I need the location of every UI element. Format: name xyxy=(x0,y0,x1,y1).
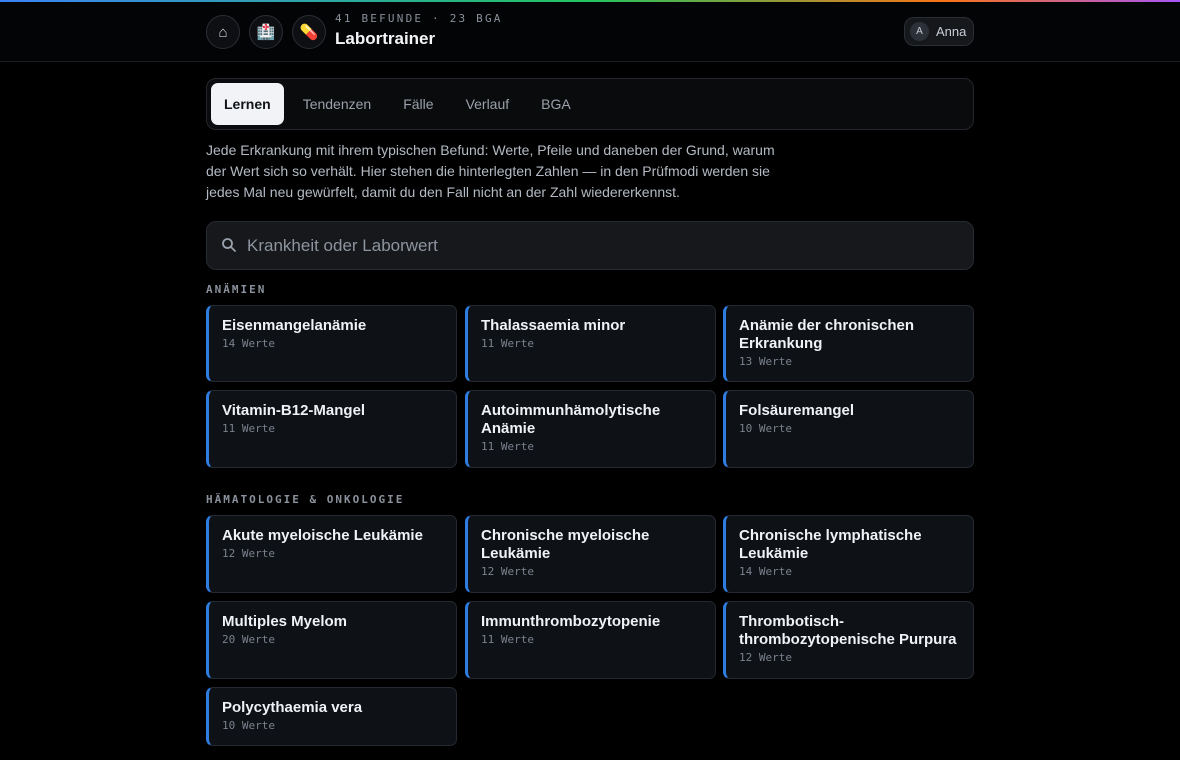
card-count: 10 Werte xyxy=(222,719,275,732)
card-name: Thrombotisch-thrombozytopenische Purpura xyxy=(739,613,957,648)
card-count: 12 Werte xyxy=(222,547,275,560)
disease-card[interactable]: Chronische myeloische Leukämie 12 Werte xyxy=(465,515,716,593)
card-count: 10 Werte xyxy=(739,422,792,435)
tab-tendenzen[interactable]: Tendenzen xyxy=(290,83,385,125)
avatar: A xyxy=(910,22,929,41)
card-count: 12 Werte xyxy=(481,565,534,578)
app-title: Labortrainer xyxy=(335,29,436,48)
tab-faelle[interactable]: Fälle xyxy=(390,83,446,125)
card-name: Chronische lymphatische Leukämie xyxy=(739,527,922,562)
disease-card[interactable]: Eisenmangelanämie 14 Werte xyxy=(206,305,457,382)
card-name: Folsäuremangel xyxy=(739,402,855,419)
card-count: 11 Werte xyxy=(481,633,534,646)
section-title-haematologie: HÄMATOLOGIE & ONKOLOGIE xyxy=(206,493,405,506)
disease-card[interactable]: Multiples Myelom 20 Werte xyxy=(206,601,457,679)
disease-card[interactable]: Thrombotisch-thrombozytopenische Purpura… xyxy=(723,601,974,679)
search-input[interactable] xyxy=(247,222,967,269)
tab-bga[interactable]: BGA xyxy=(528,83,584,125)
card-count: 12 Werte xyxy=(739,651,792,664)
card-name: Polycythaemia vera xyxy=(222,699,363,716)
disease-card[interactable]: Autoimmunhämolytische Anämie 11 Werte xyxy=(465,390,716,468)
card-name: Multiples Myelom xyxy=(222,613,348,630)
disease-card[interactable]: Polycythaemia vera 10 Werte xyxy=(206,687,457,746)
intro-text: Jede Erkrankung mit ihrem typischen Befu… xyxy=(206,142,775,200)
disease-card[interactable]: Folsäuremangel 10 Werte xyxy=(723,390,974,468)
card-name: Eisenmangelanämie xyxy=(222,317,367,334)
card-count: 20 Werte xyxy=(222,633,275,646)
card-count: 11 Werte xyxy=(481,440,534,453)
card-name: Akute myeloische Leukämie xyxy=(222,527,423,544)
card-name: Vitamin-B12-Mangel xyxy=(222,402,366,419)
card-count: 11 Werte xyxy=(222,422,275,435)
card-count: 13 Werte xyxy=(739,355,792,368)
home-icon: ⌂ xyxy=(218,23,228,41)
section-title-anaemien: ANÄMIEN xyxy=(206,283,267,296)
disease-card[interactable]: Anämie der chronischen Erkrankung 13 Wer… xyxy=(723,305,974,382)
user-name: Anna xyxy=(936,24,967,39)
card-count: 14 Werte xyxy=(739,565,792,578)
card-name: Thalassaemia minor xyxy=(481,317,626,334)
card-name: Anämie der chronischen Erkrankung xyxy=(739,317,915,352)
app-subtitle: 41 BEFUNDE · 23 BGA xyxy=(335,12,503,25)
disease-card[interactable]: Immunthrombozytopenie 11 Werte xyxy=(465,601,716,679)
medication-button[interactable]: 💊 xyxy=(292,15,326,49)
search-icon xyxy=(222,238,236,252)
disease-card[interactable]: Vitamin-B12-Mangel 11 Werte xyxy=(206,390,457,468)
tab-verlauf[interactable]: Verlauf xyxy=(453,83,523,125)
lab-button[interactable]: 🏥 xyxy=(249,15,283,49)
disease-card[interactable]: Akute myeloische Leukämie 12 Werte xyxy=(206,515,457,593)
search-box xyxy=(206,221,974,270)
hospital-icon: 🏥 xyxy=(256,24,276,41)
disease-card[interactable]: Chronische lymphatische Leukämie 14 Wert… xyxy=(723,515,974,593)
card-count: 11 Werte xyxy=(481,337,534,350)
header: ⌂ 🏥 💊 41 BEFUNDE · 23 BGA Labortrainer A… xyxy=(0,2,1180,62)
card-count: 14 Werte xyxy=(222,337,275,350)
tab-bar: Lernen Tendenzen Fälle Verlauf BGA xyxy=(206,78,974,130)
home-button[interactable]: ⌂ xyxy=(206,15,240,49)
tab-lernen[interactable]: Lernen xyxy=(211,83,284,125)
card-name: Immunthrombozytopenie xyxy=(481,613,661,630)
user-menu-button[interactable]: A Anna xyxy=(904,17,974,46)
pill-icon: 💊 xyxy=(299,24,319,41)
card-name: Chronische myeloische Leukämie xyxy=(481,527,650,562)
disease-card[interactable]: Thalassaemia minor 11 Werte xyxy=(465,305,716,382)
card-name: Autoimmunhämolytische Anämie xyxy=(481,402,661,437)
